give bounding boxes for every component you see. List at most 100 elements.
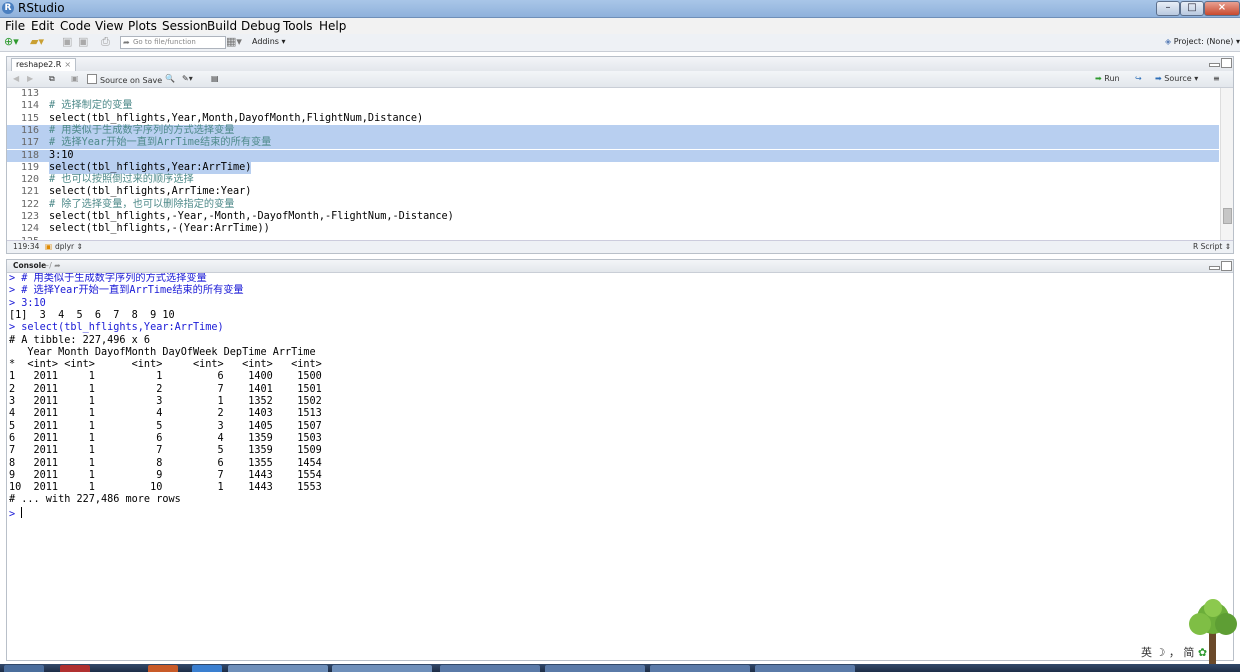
menu-plots[interactable]: Plots (128, 19, 157, 33)
run-button[interactable]: ➡ Run (1095, 74, 1120, 84)
menu-code[interactable]: Code (60, 19, 91, 33)
menu-view[interactable]: View (95, 19, 123, 33)
code-text: # 除了选择变量，也可以删除指定的变量 (49, 198, 235, 210)
maximize-window-button[interactable]: □ (1180, 1, 1204, 16)
editor-scrollbar-thumb[interactable] (1223, 208, 1232, 224)
source-button[interactable]: ➡ Source ▾ (1155, 74, 1198, 84)
taskbar-app-icon[interactable] (192, 665, 222, 672)
save-icon[interactable]: ▣ (62, 36, 72, 48)
compile-report-icon[interactable]: ▤ (211, 74, 219, 84)
line-number: 121 (20, 186, 39, 198)
go-to-directory-icon[interactable]: ➦ (54, 261, 60, 270)
console-line: 5 2011 1 5 3 1405 1507 (9, 421, 322, 433)
project-icon: ◈ (1165, 37, 1172, 46)
code-line[interactable]: 121 select(tbl_hflights,ArrTime:Year) (7, 186, 1219, 198)
code-line[interactable]: 116 # 用类似于生成数字序列的方式选择变量 (7, 124, 1219, 137)
desktop-tree-widget-icon (1189, 599, 1237, 666)
taskbar-window-item[interactable] (755, 665, 855, 672)
line-number: 123 (20, 211, 39, 222)
code-line[interactable]: 114 # 选择制定的变量 (7, 100, 1219, 112)
forward-arrow-icon[interactable]: ▶ (27, 74, 33, 84)
code-line[interactable]: 113 (7, 88, 1219, 100)
code-line[interactable]: 118 3:10 (7, 149, 1219, 162)
console-line-text: 10 2011 1 10 1 1443 1553 (9, 482, 322, 494)
taskbar-window-item[interactable] (228, 665, 328, 672)
close-tab-icon[interactable]: × (64, 60, 71, 69)
code-text: 3:10 (49, 149, 74, 161)
code-tools-icon[interactable]: ✎▾ (182, 74, 193, 84)
back-arrow-icon[interactable]: ◀ (13, 74, 19, 84)
console-prompt[interactable]: > (9, 506, 23, 520)
console-minimize-icon[interactable] (1209, 266, 1220, 270)
menu-help[interactable]: Help (319, 19, 346, 33)
show-in-window-icon[interactable]: ⧉ (49, 74, 55, 84)
save-all-icon[interactable]: ▣ (78, 36, 88, 48)
console-line-text: > select(tbl_hflights,Year:ArrTime) (9, 322, 224, 334)
taskbar-app-icon[interactable] (60, 665, 90, 672)
menu-edit[interactable]: Edit (31, 19, 54, 33)
code-line[interactable]: 119 select(tbl_hflights,Year:ArrTime) (7, 161, 1219, 174)
console-line: 4 2011 1 4 2 1403 1513 (9, 408, 322, 420)
console-title[interactable]: Console (13, 261, 46, 270)
function-context[interactable]: dplyr ⇕ (55, 241, 83, 253)
addins-menu[interactable]: Addins ▾ (252, 37, 286, 46)
code-text: select(tbl_hflights,Year:ArrTime) (49, 161, 252, 174)
code-editor[interactable]: 113 114 # 选择制定的变量 115 select(tbl_hflights,Ye… (7, 88, 1219, 240)
rerun-icon[interactable]: ↪ (1135, 74, 1142, 84)
menu-session[interactable]: Session (162, 19, 208, 33)
go-to-file-input[interactable]: ➦ Go to file/function (120, 36, 226, 49)
editor-minimize-icon[interactable] (1209, 63, 1220, 67)
source-on-save-checkbox[interactable] (87, 74, 97, 84)
console-line-text: # ... with 227,486 more rows (9, 494, 181, 506)
taskbar-window-item[interactable] (332, 665, 432, 672)
workspace-panes-icon[interactable]: ▦▾ (226, 36, 242, 48)
console-line: Year Month DayofMonth DayOfWeek DepTime … (9, 347, 315, 359)
menu-file[interactable]: File (5, 19, 25, 33)
tab-label: reshape2.R (16, 60, 62, 69)
code-line[interactable]: 117 # 选择Year开始一直到ArrTime结束的所有变量 (7, 137, 1219, 150)
menu-debug[interactable]: Debug (241, 19, 280, 33)
project-menu[interactable]: ◈ Project: (None) ▾ (1165, 37, 1240, 46)
editor-tab-bar: reshape2.R × (7, 57, 1233, 72)
editor-save-icon[interactable]: ▣ (71, 74, 79, 84)
new-file-icon[interactable]: ⊕▾ (4, 36, 19, 48)
console-maximize-icon[interactable] (1221, 261, 1232, 271)
tab-reshape2[interactable]: reshape2.R × (11, 58, 77, 71)
code-text: # 用类似于生成数字序列的方式选择变量 (49, 124, 235, 136)
code-line[interactable]: 124 select(tbl_hflights,-(Year:ArrTime)) (7, 223, 1219, 235)
code-line[interactable]: 123 select(tbl_hflights,-Year,-Month,-Day… (7, 211, 1219, 223)
file-type[interactable]: R Script ⇕ (1193, 241, 1231, 253)
console-line-text: > 3:10 (9, 297, 46, 309)
addins-label: Addins (252, 37, 279, 46)
open-folder-icon[interactable]: ▰▾ (30, 36, 44, 48)
find-replace-icon[interactable]: 🔍 (165, 74, 175, 84)
print-icon[interactable]: ⎙ (101, 36, 110, 48)
code-line[interactable]: 120 # 也可以按照倒过来的顺序选择 (7, 174, 1219, 186)
source-on-save-toggle[interactable]: Source on Save (87, 74, 162, 86)
close-window-button[interactable]: × (1204, 1, 1240, 16)
code-text: select(tbl_hflights,Year,Month,DayofMont… (49, 112, 424, 124)
code-line[interactable]: 115 select(tbl_hflights,Year,Month,DayofM… (7, 113, 1219, 125)
console-line-text: 5 2011 1 5 3 1405 1507 (9, 420, 322, 432)
document-outline-icon[interactable]: ≡ (1213, 74, 1220, 84)
console-line-text: 6 2011 1 6 4 1359 1503 (9, 432, 322, 444)
code-line[interactable]: 122 # 除了选择变量，也可以删除指定的变量 (7, 199, 1219, 211)
console-line: 7 2011 1 7 5 1359 1509 (9, 445, 322, 457)
console-output[interactable]: > # 用类似于生成数字序列的方式选择变量 > # 选择Year开始一直到ArrT… (9, 273, 1224, 659)
taskbar-window-item[interactable] (650, 665, 750, 672)
editor-toolbar: ◀ ▶ ⧉ ▣ Source on Save 🔍 ✎▾ ▤ ➡ Run ↪ ➡ … (7, 71, 1233, 88)
taskbar-window-item[interactable] (545, 665, 645, 672)
console-line: 2 2011 1 2 7 1401 1501 (9, 384, 322, 396)
taskbar-app-icon[interactable] (148, 665, 178, 672)
editor-maximize-icon[interactable] (1221, 58, 1232, 68)
minimize-window-button[interactable]: – (1156, 1, 1180, 16)
console-line-text: 2 2011 1 2 7 1401 1501 (9, 383, 322, 395)
taskbar-window-item[interactable] (440, 665, 540, 672)
source-icon: ➡ (1155, 74, 1162, 83)
menu-tools[interactable]: Tools (283, 19, 313, 33)
menu-build[interactable]: Build (207, 19, 237, 33)
editor-scrollbar[interactable] (1220, 88, 1233, 240)
taskbar-start-icon[interactable] (4, 665, 44, 672)
line-number: 113 (20, 88, 39, 99)
line-number: 122 (20, 198, 39, 210)
